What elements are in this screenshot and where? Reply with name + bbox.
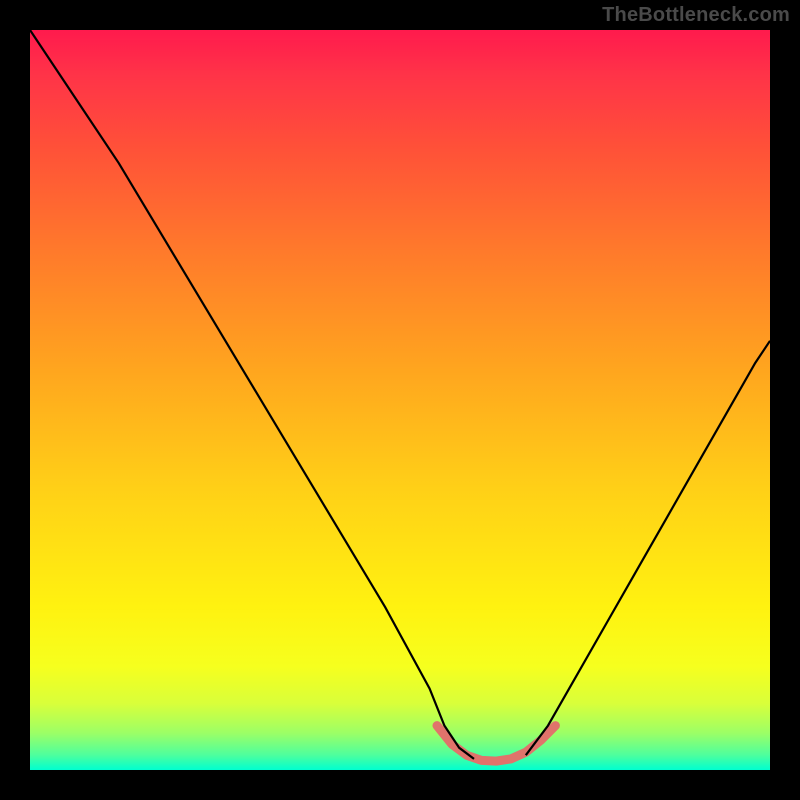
right-curve-path [526, 341, 770, 755]
plot-area [30, 30, 770, 770]
highlight-valley-path [437, 726, 555, 762]
chart-svg [30, 30, 770, 770]
chart-frame: TheBottleneck.com [0, 0, 800, 800]
left-curve-path [30, 30, 474, 759]
watermark-text: TheBottleneck.com [602, 4, 790, 27]
